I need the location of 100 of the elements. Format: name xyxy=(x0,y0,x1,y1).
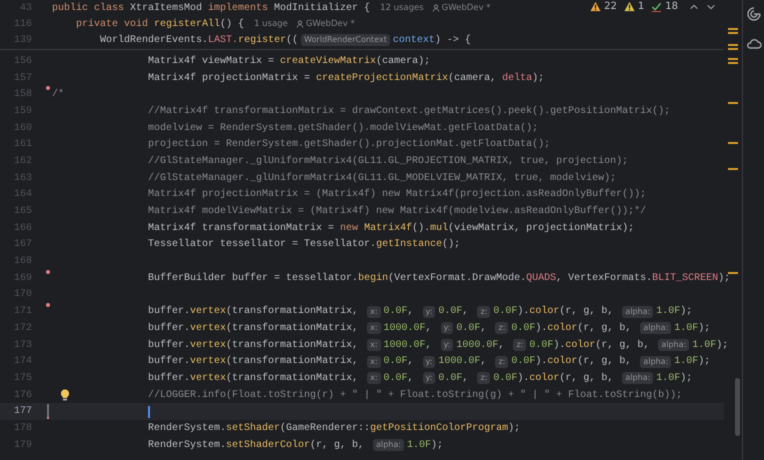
code-text: buffer.vertex(transformationMatrix, xyxy=(148,322,360,334)
code-text: Matrix4f projectionMatrix = createProjectionMatrix(camera, delta); xyxy=(148,72,544,84)
change-marker[interactable] xyxy=(46,86,50,90)
code-text: buffer.vertex(transformationMatrix, xyxy=(148,306,360,318)
parameter-hint: alpha: xyxy=(373,439,404,452)
code-text: Matrix4f modelViewMatrix = (Matrix4f) new Matrix4f(modelview.asReadOnlyBuffer());*/ xyxy=(148,206,646,218)
author-name: GWebDev * xyxy=(442,3,491,13)
author-name: GWebDev * xyxy=(306,19,355,29)
code-text: Tessellator tessellator = Tessellator.getInstance(); xyxy=(148,239,460,250)
code-text: 0.0F).color(r, g, b, xyxy=(529,340,650,351)
code-text: 1000.0F, xyxy=(384,322,433,334)
line-number: 174 xyxy=(12,356,32,368)
code-text: 1.0F); xyxy=(656,306,692,318)
warning-icon[interactable] xyxy=(590,1,602,12)
line-number: 165 xyxy=(12,206,32,218)
lightbulb-icon[interactable] xyxy=(60,388,70,401)
line-number: 162 xyxy=(12,156,32,167)
code-text: context) -> { xyxy=(392,34,471,46)
check-icon[interactable] xyxy=(651,1,662,12)
inspection-count[interactable]: 18 xyxy=(665,1,678,12)
code-text: 1.0F); xyxy=(674,356,710,368)
inspection-count[interactable]: 22 xyxy=(604,1,617,12)
person-icon xyxy=(432,4,440,12)
parameter-hint: y: xyxy=(422,356,436,368)
line-number: 116 xyxy=(12,18,32,30)
line-number: 161 xyxy=(12,139,32,150)
line-number: 173 xyxy=(12,340,32,351)
code-text: buffer.vertex(transformationMatrix, xyxy=(148,340,360,351)
code-text: WorldRenderEvents.LAST.register(( xyxy=(100,34,298,46)
line-number: 179 xyxy=(12,440,32,451)
line-number: 157 xyxy=(12,72,32,84)
code-text: /* xyxy=(52,89,64,100)
swirl-icon[interactable] xyxy=(746,6,762,22)
warning-icon[interactable] xyxy=(624,1,635,12)
code-text: 1.0F); xyxy=(406,440,443,451)
line-number: 158 xyxy=(12,89,32,100)
parameter-hint: alpha: xyxy=(658,339,690,352)
parameter-hint: alpha: xyxy=(622,306,654,318)
parameter-hint: z: xyxy=(513,339,526,352)
line-number: 164 xyxy=(12,189,32,200)
parameter-hint: x: xyxy=(367,339,381,352)
line-number: 43 xyxy=(18,2,32,14)
code-text: 0.0F, xyxy=(438,306,470,318)
code-text: 0.0F, xyxy=(438,372,470,384)
code-text: 0.0F, xyxy=(384,372,415,384)
line-number: 139 xyxy=(12,34,32,46)
code-text: 1000.0F, xyxy=(438,356,488,368)
line-number: 159 xyxy=(12,106,32,117)
code-text: Matrix4f transformationMatrix = new Matrix4f().mul(viewMatrix, projectionMatrix); xyxy=(148,222,634,234)
code-text: 0.0F).color(r, g, b, xyxy=(511,322,632,334)
parameter-hint: x: xyxy=(367,356,381,368)
usage-count[interactable]: 1 usage xyxy=(254,19,288,29)
code-text: 0.0F).color(r, g, b, xyxy=(511,356,632,368)
line-number: 156 xyxy=(12,56,32,67)
line-number: 169 xyxy=(12,272,32,284)
parameter-hint: WorldRenderContext xyxy=(301,34,390,46)
code-text: 0.0F, xyxy=(384,306,415,318)
parameter-hint: x: xyxy=(367,372,381,384)
code-text: RenderSystem.setShader(GameRenderer::getPositionColorProgram); xyxy=(148,422,520,434)
line-number: 166 xyxy=(12,222,32,234)
code-text: private void registerAll() { xyxy=(76,18,244,30)
change-marker[interactable] xyxy=(46,270,50,274)
code-text: 0.0F, xyxy=(384,356,415,368)
line-number: 176 xyxy=(12,390,32,401)
change-marker[interactable] xyxy=(47,404,49,420)
line-number: 167 xyxy=(12,239,32,250)
code-text: 0.0F).color(r, g, b, xyxy=(493,372,614,384)
parameter-hint: z: xyxy=(495,322,508,334)
parameter-hint: y: xyxy=(422,306,436,318)
code-text: Matrix4f projectionMatrix = (Matrix4f) new Matrix4f(projection.asReadOnlyBuffer()); xyxy=(148,189,646,200)
code-text: BufferBuilder buffer = tessellator.begin(VertexFormat.DrawMode.QUADS, VertexFormats.BLIT_SCREEN); xyxy=(148,272,730,284)
code-text: projection = RenderSystem.getShader().projectionMat.getFloatData(); xyxy=(148,139,550,150)
code-text: 1.0F); xyxy=(656,372,692,384)
line-number: 163 xyxy=(12,172,32,184)
line-number: 171 xyxy=(12,306,32,318)
usage-count[interactable]: 12 usages xyxy=(380,3,424,13)
parameter-hint: alpha: xyxy=(640,322,672,334)
line-number: 172 xyxy=(12,322,32,334)
line-number: 160 xyxy=(12,122,32,134)
code-text: buffer.vertex(transformationMatrix, xyxy=(148,372,360,384)
code-text: 1000.0F, xyxy=(456,340,506,351)
code-text: 1.0F); xyxy=(674,322,710,334)
line-number: 170 xyxy=(12,289,32,300)
code-text: public class XtraItemsMod implements ModInitializer { xyxy=(52,2,370,14)
code-text: modelview = RenderSystem.getShader().modelViewMat.getFloatData(); xyxy=(148,122,538,134)
line-number: 177 xyxy=(12,406,32,418)
code-text: 0.0F).color(r, g, b, xyxy=(493,306,614,318)
line-number: 178 xyxy=(12,422,32,434)
code-text: 0.0F, xyxy=(456,322,488,334)
code-text: 1.0F); xyxy=(692,340,728,351)
change-marker[interactable] xyxy=(46,303,50,308)
code-text: //Matrix4f transformationMatrix = drawContext.getMatrices().peek().getPositionMatrix(); xyxy=(148,106,670,117)
line-number: 168 xyxy=(12,256,32,268)
code-text: //LOGGER.info(Float.toString(r) + " | " + Float.toString(g) + " | " + Float.toString(b)); xyxy=(148,390,682,401)
parameter-hint: z: xyxy=(477,372,490,384)
parameter-hint: alpha: xyxy=(622,372,654,384)
inspection-count[interactable]: 1 xyxy=(638,1,644,12)
scrollbar-thumb[interactable] xyxy=(735,378,740,436)
parameter-hint: y: xyxy=(422,372,436,384)
code-text: //GlStateManager._glUniformMatrix4(GL11.GL_PROJECTION_MATRIX, true, projection); xyxy=(148,156,628,167)
